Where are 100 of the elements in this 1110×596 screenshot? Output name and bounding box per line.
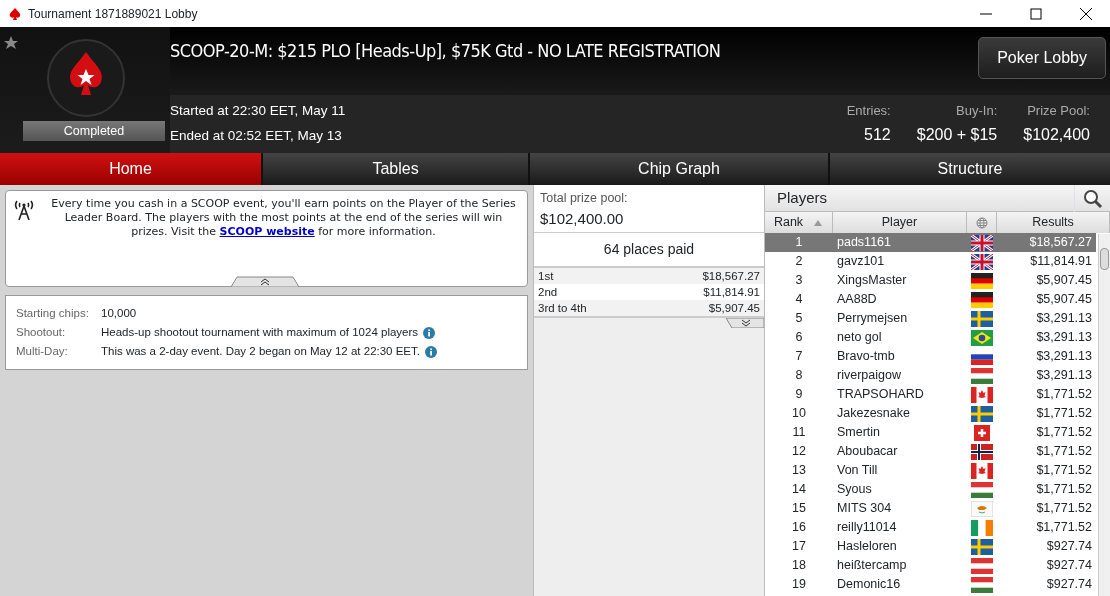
rank-cell-text: 7 xyxy=(794,348,804,366)
player-name[interactable]: reilly11014 xyxy=(833,518,967,537)
search-icon[interactable] xyxy=(1082,188,1103,209)
prize-pool-label: Total prize pool: xyxy=(540,190,629,207)
close-icon[interactable] xyxy=(1080,7,1092,20)
result-cell-text: $1,771.52 xyxy=(1035,519,1093,537)
prize-amount: $5,907.45 xyxy=(708,301,760,317)
result-cell-text: $1,771.52 xyxy=(1035,500,1093,518)
player-name[interactable]: MITS 304 xyxy=(833,499,967,518)
rank-cell-text: 17 xyxy=(791,538,807,556)
collapse-handle[interactable] xyxy=(231,275,299,287)
rank-cell-text: 2 xyxy=(794,253,804,271)
rank-cell-text: 16 xyxy=(791,519,807,537)
globe-icon[interactable] xyxy=(975,216,988,229)
result-cell-text: $5,907.45 xyxy=(1035,272,1093,290)
rank-cell-text: 18 xyxy=(791,557,807,575)
result-cell-text: $927.74 xyxy=(1045,557,1093,575)
players-title: Players xyxy=(776,187,828,208)
stat-value: 512 xyxy=(863,125,891,146)
news-text: Every time you cash in a SCOOP event, you'll earn points on the Player of the Series Leader Board. The players with the most points at the end of the series will win prizes. Visit the SCOOP website for more information. xyxy=(50,197,517,239)
column-header[interactable]: Results xyxy=(997,212,1110,233)
result-cell-text: $18,567.27 xyxy=(1028,234,1093,252)
place-label: 2nd xyxy=(538,285,558,301)
rank-cell-text: 10 xyxy=(791,405,807,423)
status-banner: Completed xyxy=(23,121,165,141)
player-name[interactable]: XingsMaster xyxy=(833,271,967,290)
result-cell-text: $927.74 xyxy=(1045,538,1093,556)
player-name[interactable]: pads1161 xyxy=(833,233,967,252)
tab[interactable]: Tables xyxy=(263,153,528,185)
stat-value: $102,400 xyxy=(1023,125,1090,146)
player-name[interactable]: Jakezesnake xyxy=(833,404,967,423)
tab[interactable]: Home xyxy=(0,153,261,185)
scrollbar[interactable] xyxy=(1098,234,1110,596)
column-header[interactable]: Player xyxy=(833,212,967,233)
result-cell-text: $1,771.52 xyxy=(1035,443,1093,461)
places-paid: 64 places paid xyxy=(603,240,695,260)
info-icon[interactable] xyxy=(425,345,437,358)
stat-label: Buy-In: xyxy=(955,101,998,120)
result-cell-text: $3,291.13 xyxy=(1035,329,1093,347)
result-cell-text: $927.74 xyxy=(1045,576,1093,594)
tab[interactable]: Structure xyxy=(830,153,1110,185)
prize-amount: $11,814.91 xyxy=(703,285,760,301)
detail-label: Starting chips: xyxy=(16,305,90,321)
player-name[interactable]: riverpaigow xyxy=(833,366,967,385)
rank-cell-text: 14 xyxy=(791,481,807,499)
start-time: Started at 22:30 EET, May 11 xyxy=(170,102,346,121)
prize-amount: $18,567.27 xyxy=(702,269,760,285)
stat-value: $200 + $15 xyxy=(916,125,998,146)
player-name[interactable]: Demonic16 xyxy=(833,575,967,594)
player-name[interactable]: Hasleloren xyxy=(833,537,967,556)
result-cell-text: $11,814.91 xyxy=(1029,253,1093,271)
player-name[interactable]: Von Till xyxy=(833,461,967,480)
player-name[interactable]: Syous xyxy=(833,480,967,499)
poker-lobby-button[interactable]: Poker Lobby xyxy=(978,37,1106,79)
scoop-link[interactable]: SCOOP website xyxy=(219,225,315,238)
rank-cell-text: 5 xyxy=(794,310,804,328)
expand-handle[interactable] xyxy=(726,318,764,329)
player-name[interactable]: heißtercamp xyxy=(833,556,967,575)
place-label: 3rd to 4th xyxy=(538,301,587,317)
rank-cell-text: 1 xyxy=(794,234,804,252)
spade-icon xyxy=(8,6,22,21)
result-cell-text: $1,771.52 xyxy=(1035,405,1093,423)
rank-cell-text: 6 xyxy=(794,329,804,347)
detail-value: This was a 2-day event. Day 2 began on May 12 at 22:30 EET. xyxy=(101,343,420,359)
result-cell-text: $3,291.13 xyxy=(1035,348,1093,366)
result-cell-text: $3,291.13 xyxy=(1035,310,1093,328)
info-icon[interactable] xyxy=(423,326,436,339)
rank-cell-text: 19 xyxy=(791,576,807,594)
player-name[interactable]: TRAPSOHARD xyxy=(833,385,967,404)
maximize-icon[interactable] xyxy=(1030,7,1042,20)
star-icon[interactable] xyxy=(3,35,19,51)
player-name[interactable]: gavz101 xyxy=(833,252,967,271)
player-name[interactable]: Bravo-tmb xyxy=(833,347,967,366)
tournament-title: SCOOP-20-M: $215 PLO [Heads-Up], $75K Gtd - NO LATE REGISTRATION xyxy=(170,39,721,63)
result-cell-text: $1,771.52 xyxy=(1035,462,1093,480)
player-name[interactable]: Perrymejsen xyxy=(833,309,967,328)
player-name[interactable]: neto gol xyxy=(833,328,967,347)
detail-label: Multi-Day: xyxy=(16,343,69,359)
rank-cell-text: 3 xyxy=(794,272,804,290)
selected-row[interactable]: 1 pads1161 $18,567.27 xyxy=(765,233,1096,252)
result-cell-text: $5,907.45 xyxy=(1035,291,1093,309)
broadcast-icon xyxy=(14,199,34,221)
tab[interactable]: Chip Graph xyxy=(530,153,828,185)
window-title: Tournament 1871889021 Lobby xyxy=(28,5,198,23)
result-cell-text: $1,771.52 xyxy=(1035,424,1093,442)
rank-cell-text: 4 xyxy=(794,291,804,309)
result-cell-text: $3,291.13 xyxy=(1035,367,1093,385)
rank-cell-text: 9 xyxy=(794,386,804,404)
detail-label: Shootout: xyxy=(16,324,67,340)
rank-cell-text: 15 xyxy=(791,500,807,518)
place-label: 1st xyxy=(538,269,554,285)
sort-ascending-icon xyxy=(813,218,824,227)
rank-cell-text: 8 xyxy=(794,367,804,385)
rank-cell-text: 13 xyxy=(791,462,807,480)
rank-cell-text: 12 xyxy=(791,443,807,461)
result-cell-text: $1,771.52 xyxy=(1035,386,1093,404)
stat-label: Entries: xyxy=(846,101,891,120)
player-name[interactable]: Aboubacar xyxy=(833,442,967,461)
player-name[interactable]: Smertin xyxy=(833,423,967,442)
player-name[interactable]: AA88D xyxy=(833,290,967,309)
